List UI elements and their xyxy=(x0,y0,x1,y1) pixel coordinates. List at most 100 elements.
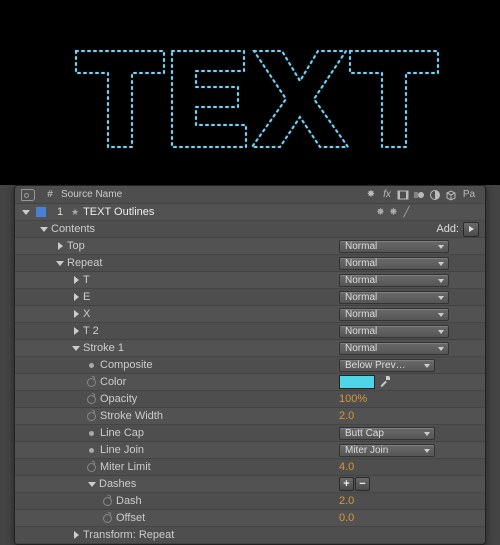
label-icon[interactable] xyxy=(21,189,35,201)
linejoin-label: Line Join xyxy=(100,444,339,456)
group-stroke1[interactable]: Stroke 1 Normal xyxy=(15,340,485,357)
t-label: T xyxy=(83,274,339,286)
group-top[interactable]: Top Normal xyxy=(15,238,485,255)
opacity-label: Opacity xyxy=(100,393,339,405)
composition-viewer xyxy=(0,0,500,185)
add-button[interactable] xyxy=(463,222,479,237)
group-e[interactable]: E Normal xyxy=(15,289,485,306)
repeat-blendmode[interactable]: Normal xyxy=(339,257,449,270)
keyframe-dot xyxy=(89,363,94,368)
twisty-t[interactable] xyxy=(71,275,81,285)
group-transform-repeat[interactable]: Transform: Repeat xyxy=(15,527,485,544)
stroke-width-label: Stroke Width xyxy=(100,410,339,422)
t2-label: T 2 xyxy=(83,325,339,337)
t2-blendmode[interactable]: Normal xyxy=(339,325,449,338)
column-hash: # xyxy=(39,189,61,200)
offset-value[interactable]: 0.0 xyxy=(339,512,354,524)
color-label: Color xyxy=(100,376,339,388)
repeat-label: Repeat xyxy=(67,257,339,269)
column-source-name: Source Name xyxy=(61,189,363,200)
color-swatch[interactable] xyxy=(339,375,375,389)
prop-miter-limit[interactable]: Miter Limit 4.0 xyxy=(15,459,485,476)
switch-collapse[interactable]: ✸ xyxy=(387,206,400,219)
column-header: # Source Name ✸ fx Pa xyxy=(15,186,485,204)
linejoin-dropdown[interactable]: Miter Join xyxy=(339,444,435,457)
switch-quality[interactable]: ╱ xyxy=(400,206,413,219)
composite-dropdown[interactable]: Below Prev… xyxy=(339,359,435,372)
x-label: X xyxy=(83,308,339,320)
stopwatch-icon[interactable] xyxy=(87,412,96,421)
group-repeat[interactable]: Repeat Normal xyxy=(15,255,485,272)
contents-twisty[interactable] xyxy=(39,224,49,234)
dash-label: Dash xyxy=(116,495,339,507)
twisty-repeat[interactable] xyxy=(55,258,65,268)
prop-stroke-width[interactable]: Stroke Width 2.0 xyxy=(15,408,485,425)
miter-value[interactable]: 4.0 xyxy=(339,461,354,473)
dashes-label: Dashes xyxy=(99,478,339,490)
contents-label: Contents xyxy=(51,223,436,235)
linecap-label: Line Cap xyxy=(100,427,339,439)
dashes-plus-minus: + − xyxy=(339,477,370,491)
3d-icon[interactable] xyxy=(443,188,459,202)
dash-add-button[interactable]: + xyxy=(339,477,354,491)
timeline-panel: # Source Name ✸ fx Pa 1 ★ TEXT Outlines xyxy=(14,185,486,545)
stopwatch-icon[interactable] xyxy=(103,514,112,523)
twisty-t2[interactable] xyxy=(71,326,81,336)
stopwatch-icon[interactable] xyxy=(103,497,112,506)
group-t2[interactable]: T 2 Normal xyxy=(15,323,485,340)
twisty-top[interactable] xyxy=(55,241,65,251)
layer-index: 1 xyxy=(49,206,71,218)
dash-value[interactable]: 2.0 xyxy=(339,495,354,507)
top-blendmode[interactable]: Normal xyxy=(339,240,449,253)
stopwatch-icon[interactable] xyxy=(87,463,96,472)
linecap-dropdown[interactable]: Butt Cap xyxy=(339,427,435,440)
group-t[interactable]: T Normal xyxy=(15,272,485,289)
keyframe-dot xyxy=(89,431,94,436)
x-blendmode[interactable]: Normal xyxy=(339,308,449,321)
layer-color-chip[interactable] xyxy=(36,207,46,217)
offset-label: Offset xyxy=(116,512,339,524)
miter-label: Miter Limit xyxy=(100,461,339,473)
dash-remove-button[interactable]: − xyxy=(355,477,370,491)
prop-offset[interactable]: Offset 0.0 xyxy=(15,510,485,527)
opacity-value[interactable]: 100% xyxy=(339,393,367,405)
fx-icon[interactable]: fx xyxy=(379,188,395,202)
frame-blend-icon[interactable] xyxy=(395,188,411,202)
star-icon: ★ xyxy=(71,207,79,218)
header-right-label: Pa xyxy=(459,188,479,202)
t-blendmode[interactable]: Normal xyxy=(339,274,449,287)
composite-label: Composite xyxy=(100,359,339,371)
twisty-stroke[interactable] xyxy=(71,343,81,353)
stroke-blendmode[interactable]: Normal xyxy=(339,342,449,355)
transform-label: Transform: Repeat xyxy=(83,529,339,541)
stroke-width-value[interactable]: 2.0 xyxy=(339,410,354,422)
prop-line-join[interactable]: Line Join Miter Join xyxy=(15,442,485,459)
layer-name[interactable]: TEXT Outlines xyxy=(83,206,374,218)
contents-row[interactable]: Contents Add: xyxy=(15,221,485,238)
layer-switches: ✸ ✸ ╱ xyxy=(374,206,413,219)
stopwatch-icon[interactable] xyxy=(87,378,96,387)
prop-dash[interactable]: Dash 2.0 xyxy=(15,493,485,510)
top-label: Top xyxy=(67,240,339,252)
twisty-e[interactable] xyxy=(71,292,81,302)
layer-twisty[interactable] xyxy=(21,207,31,217)
adjustment-icon[interactable] xyxy=(427,188,443,202)
prop-composite[interactable]: Composite Below Prev… xyxy=(15,357,485,374)
keyframe-dot xyxy=(89,448,94,453)
twisty-transform[interactable] xyxy=(71,530,81,540)
group-x[interactable]: X Normal xyxy=(15,306,485,323)
layer-row[interactable]: 1 ★ TEXT Outlines ✸ ✸ ╱ xyxy=(15,204,485,221)
twisty-dashes[interactable] xyxy=(87,479,97,489)
text-outline-preview xyxy=(60,33,440,153)
prop-dashes[interactable]: Dashes + − xyxy=(15,476,485,493)
switch-shy[interactable]: ✸ xyxy=(374,206,387,219)
eyedropper-icon[interactable] xyxy=(379,376,391,388)
e-blendmode[interactable]: Normal xyxy=(339,291,449,304)
twisty-x[interactable] xyxy=(71,309,81,319)
shy-icon[interactable]: ✸ xyxy=(363,188,379,202)
stopwatch-icon[interactable] xyxy=(87,395,96,404)
prop-color[interactable]: Color xyxy=(15,374,485,391)
motion-blur-icon[interactable] xyxy=(411,188,427,202)
prop-line-cap[interactable]: Line Cap Butt Cap xyxy=(15,425,485,442)
prop-opacity[interactable]: Opacity 100% xyxy=(15,391,485,408)
